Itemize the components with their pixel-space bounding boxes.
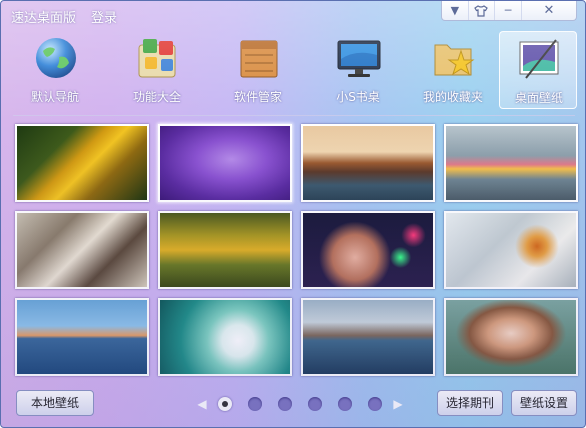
wallpaper-thumbnail[interactable] (444, 124, 578, 202)
tool-label: 功能大全 (132, 90, 181, 104)
tool-my-favorites[interactable]: 我的收藏夹 (411, 31, 495, 109)
prev-page-icon[interactable]: ◀ (196, 396, 208, 412)
wallpaper-icon (519, 39, 559, 79)
tool-label: 软件管家 (233, 90, 282, 104)
tool-label: 默认导航 (30, 90, 79, 104)
wallpaper-thumbnail[interactable] (158, 211, 292, 289)
box-icon (240, 40, 278, 78)
star-folder-icon (434, 44, 475, 76)
wallpaper-thumbnail[interactable] (15, 298, 149, 376)
wallpaper-settings-button[interactable]: 壁纸设置 (511, 390, 577, 416)
page-dot-2[interactable] (248, 397, 262, 411)
window-controls: ▼ ─ ✕ (441, 1, 577, 21)
minimize-icon[interactable]: ─ (495, 1, 522, 20)
page-dot-5[interactable] (338, 397, 352, 411)
divider (13, 115, 575, 116)
app-window: 速达桌面版 登录 ▼ ─ ✕ 默认导航 功能大全 软件管家 小S书桌 我的收藏夹… (0, 0, 586, 428)
wallpaper-thumbnail[interactable] (444, 211, 578, 289)
wallpaper-thumbnail[interactable] (15, 211, 149, 289)
select-issue-button[interactable]: 选择期刊 (437, 390, 503, 416)
page-dot-3[interactable] (278, 397, 292, 411)
page-dot-4[interactable] (308, 397, 322, 411)
wallpaper-thumbnail[interactable] (301, 124, 435, 202)
apps-icon (138, 39, 176, 78)
wallpaper-grid (15, 124, 581, 380)
skin-icon[interactable] (469, 1, 496, 20)
tool-label: 小S书桌 (336, 90, 380, 104)
close-icon[interactable]: ✕ (522, 1, 576, 20)
wallpaper-thumbnail[interactable] (301, 298, 435, 376)
page-dot-1[interactable] (218, 397, 232, 411)
menu-dropdown-icon[interactable]: ▼ (442, 1, 469, 20)
wallpaper-thumbnail[interactable] (444, 298, 578, 376)
app-title: 速达桌面版 (11, 11, 77, 26)
local-wallpaper-button[interactable]: 本地壁纸 (16, 390, 94, 416)
next-page-icon[interactable]: ▶ (392, 396, 404, 412)
wallpaper-thumbnail[interactable] (301, 211, 435, 289)
toolbar: 默认导航 功能大全 软件管家 小S书桌 我的收藏夹 桌面壁纸 (11, 31, 577, 109)
monitor-icon (337, 40, 381, 77)
wallpaper-thumbnail[interactable] (15, 124, 149, 202)
page-dot-6[interactable] (368, 397, 382, 411)
globe-icon (36, 38, 76, 78)
wallpaper-thumbnail[interactable] (158, 298, 292, 376)
tool-label: 桌面壁纸 (514, 91, 563, 105)
tool-software-manager[interactable]: 软件管家 (216, 31, 300, 109)
tool-all-functions[interactable]: 功能大全 (115, 31, 199, 109)
tool-default-navigation[interactable]: 默认导航 (13, 31, 97, 109)
tool-label: 我的收藏夹 (422, 90, 483, 104)
tool-xiaos-desk[interactable]: 小S书桌 (316, 31, 400, 109)
titlebar: 速达桌面版 登录 ▼ ─ ✕ (1, 1, 585, 29)
tool-desktop-wallpaper[interactable]: 桌面壁纸 (499, 31, 577, 109)
login-link[interactable]: 登录 (91, 7, 117, 26)
wallpaper-thumbnail[interactable] (158, 124, 292, 202)
